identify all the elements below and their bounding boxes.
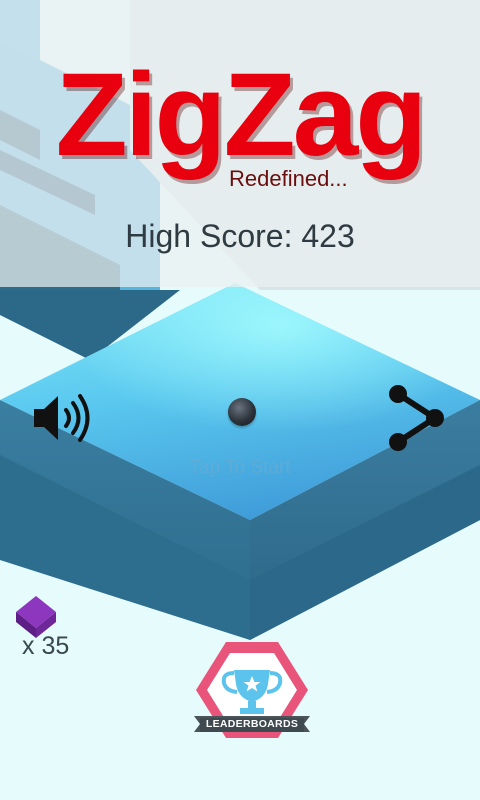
- high-score: High Score: 423: [0, 218, 480, 255]
- high-score-label: High Score:: [125, 218, 293, 254]
- player-ball: [228, 398, 256, 426]
- title-panel: ZigZag Redefined... High Score: 423: [0, 0, 480, 287]
- leaderboards-label: LEADERBOARDS: [205, 718, 299, 730]
- share-icon: [389, 385, 444, 451]
- share-button[interactable]: [384, 382, 450, 454]
- speaker-icon: [34, 394, 90, 442]
- game-subtitle: Redefined...: [229, 166, 348, 191]
- gem-count: x 35: [22, 632, 70, 660]
- sound-button[interactable]: [32, 388, 96, 448]
- tap-to-start-hint[interactable]: Tap To Start: [0, 457, 480, 479]
- high-score-value: 423: [301, 218, 355, 254]
- leaderboards-button[interactable]: LEADERBOARDS: [192, 640, 312, 744]
- gem-counter: x 35: [14, 594, 104, 664]
